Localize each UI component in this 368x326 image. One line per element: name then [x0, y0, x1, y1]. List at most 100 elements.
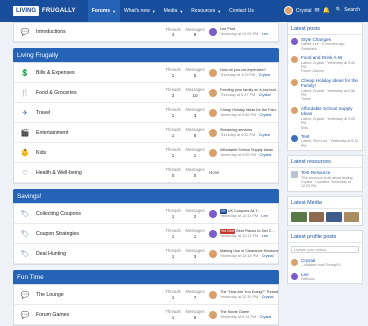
avatar[interactable]: [209, 249, 217, 258]
last-post-user[interactable]: Crystal: [260, 315, 272, 319]
avatar[interactable]: [209, 310, 217, 319]
forum-title[interactable]: Deal Hunting: [36, 251, 162, 257]
last-post[interactable]: UK UK Coupons All T... Yesterday at 12:1…: [206, 208, 278, 218]
last-post-user[interactable]: Crystal: [260, 113, 272, 117]
envelope-icon[interactable]: ✉: [314, 7, 319, 14]
forum-row[interactable]: 🏷 Collecting Coupons Threads 1 Messages 2 …: [14, 204, 278, 224]
last-post-title[interactable]: Streaming services: [220, 128, 252, 132]
media-thumbnail[interactable]: [308, 211, 324, 222]
forum-title[interactable]: Forum Games: [36, 312, 162, 318]
avatar[interactable]: [291, 258, 298, 266]
forum-row[interactable]: 💲 Bills & Expenses Threads 1 Messages 5 Ho…: [14, 63, 278, 83]
last-post-user[interactable]: Lee: [261, 214, 267, 218]
latest-post-forum[interactable]: Kids: [301, 126, 359, 130]
chevron-down-icon[interactable]: ▼: [217, 9, 221, 14]
media-thumbnail[interactable]: [326, 211, 342, 222]
avatar[interactable]: [291, 38, 298, 45]
last-post-user[interactable]: Crystal: [262, 295, 274, 299]
avatar[interactable]: [209, 148, 217, 157]
forum-title[interactable]: Health & Well-being: [36, 170, 162, 176]
search-button[interactable]: 🔍 Search: [336, 7, 360, 13]
forum-title[interactable]: Introductions: [36, 29, 162, 35]
forum-title[interactable]: Coupon Strategies: [36, 231, 162, 237]
forum-title[interactable]: Food & Groceries: [36, 90, 162, 96]
last-post[interactable]: Feeding your family on a low bud... Thur…: [206, 88, 278, 97]
avatar[interactable]: [291, 106, 298, 114]
last-post[interactable]: How do you cut expenses? Thursday at 4:2…: [206, 68, 278, 77]
avatar[interactable]: [209, 108, 217, 117]
nav-media[interactable]: Media ▼: [160, 0, 188, 22]
forum-row[interactable]: ✈ Travel Threads 1 Messages 3 Cheap Holida…: [14, 103, 278, 123]
avatar[interactable]: [209, 28, 217, 36]
forum-row[interactable]: 🎬 Entertainment Threads 1 Messages 6 Strea…: [14, 123, 278, 143]
avatar[interactable]: [209, 68, 217, 77]
forum-row-introductions[interactable]: 💬 Introductions Threads 4 Messages 8 Lee P…: [14, 23, 278, 42]
last-post[interactable]: None: [206, 170, 278, 175]
chevron-down-icon[interactable]: ▼: [152, 9, 156, 14]
last-post-user[interactable]: Crystal: [259, 93, 271, 97]
last-post-title[interactable]: Affordable School Supply Ideas: [220, 148, 273, 152]
resource-item[interactable]: Test Resource This resource is all about…: [288, 168, 362, 191]
last-post-title[interactable]: Cheap Holiday Ideas for the Fam...: [220, 108, 278, 112]
last-post-title[interactable]: The "How Are You Doing?" Thread: [220, 290, 278, 294]
forum-title[interactable]: Bills & Expenses: [36, 70, 162, 76]
media-thumbnail[interactable]: [343, 211, 359, 222]
last-post-title[interactable]: Feeding your family on a low bud...: [220, 88, 278, 92]
latest-post-forum[interactable]: Forum Games: [301, 69, 359, 73]
last-post[interactable]: Lee Post Yesterday at 12:09 PM · Lee: [206, 27, 278, 36]
category-header[interactable]: Living Frugally: [13, 48, 279, 62]
last-post-title[interactable]: Best Places to Get C...: [236, 229, 274, 233]
latest-post-title[interactable]: Cheap Holiday Ideas for the Family!: [301, 78, 359, 89]
user-menu[interactable]: Crystal ✉ 🔔: [283, 6, 330, 15]
category-header[interactable]: Savings!: [13, 189, 279, 203]
latest-post-item[interactable]: Test Latest: Tech Lee · Yesterday at 6:3…: [288, 132, 362, 150]
latest-post-forum[interactable]: Travel: [301, 97, 359, 101]
nav-resources[interactable]: Resources ▼: [187, 0, 225, 22]
last-post[interactable]: The Movie Game Yesterday at 9:14 PM · Cr…: [206, 310, 278, 319]
forum-title[interactable]: Entertainment: [36, 130, 162, 136]
avatar[interactable]: [291, 78, 298, 86]
last-post[interactable]: Hot Deal Best Places to Get C... Yesterd…: [206, 228, 278, 238]
forum-row[interactable]: 💬 Forum Games Threads 1 Messages 5 The Mov…: [14, 305, 278, 325]
nav-contact-us[interactable]: Contact Us: [225, 0, 258, 22]
last-post-title[interactable]: The Movie Game: [220, 310, 249, 314]
latest-post-item[interactable]: Food and Drink A-W Latest: Crystal · Yes…: [288, 53, 362, 76]
nav-forums[interactable]: Forums ▼: [87, 0, 121, 22]
forum-title[interactable]: Collecting Coupons: [36, 211, 162, 217]
chevron-down-icon[interactable]: ▼: [179, 9, 183, 14]
last-post[interactable]: Making Use of Clearance Sections Yesterd…: [206, 249, 278, 258]
forum-row[interactable]: ♡ Health & Well-being Threads 0 Messages 0…: [14, 163, 278, 183]
last-post-user[interactable]: Crystal: [259, 73, 271, 77]
nav-whats-new[interactable]: What's new ▼: [120, 0, 160, 22]
forum-title[interactable]: The Lounge: [36, 292, 162, 298]
avatar[interactable]: [209, 88, 217, 97]
latest-post-item[interactable]: Cheap Holiday Ideas for the Family! Late…: [288, 76, 362, 104]
status-update-input[interactable]: Update your status...: [291, 245, 359, 253]
category-header[interactable]: Fun Time: [13, 270, 279, 284]
media-thumbnail[interactable]: [291, 211, 307, 222]
last-post[interactable]: Cheap Holiday Ideas for the Fam... Yeste…: [206, 108, 278, 117]
last-post-user[interactable]: Lee: [262, 32, 268, 36]
profile-post-item[interactable]: Crystal ...suitable now! Ready!!U: [288, 256, 362, 270]
forum-row[interactable]: 💬 The Lounge Threads 1 Messages 7 The "How…: [14, 285, 278, 305]
forum-row[interactable]: 🍴 Food & Groceries Threads 3 Messages 10 F…: [14, 83, 278, 103]
forum-row[interactable]: 🏷 Deal Hunting Threads 1 Messages 3 Making…: [14, 244, 278, 264]
bell-icon[interactable]: 🔔: [323, 7, 330, 14]
latest-post-title[interactable]: Affordable School Supply Ideas: [301, 106, 359, 117]
last-post-user[interactable]: Crystal: [260, 153, 272, 157]
forum-row[interactable]: 🏷 Coupon Strategies Threads 1 Messages 1 H…: [14, 224, 278, 244]
avatar[interactable]: [209, 229, 217, 238]
last-post-title[interactable]: Making Use of Clearance Sections: [220, 249, 278, 253]
site-logo[interactable]: LIVING FRUGALLY: [13, 5, 76, 17]
last-post[interactable]: Streaming services Thursday at 4:32 PM ·…: [206, 128, 278, 137]
forum-title[interactable]: Kids: [36, 150, 162, 156]
forum-title[interactable]: Travel: [36, 110, 162, 116]
chevron-down-icon[interactable]: ▼: [112, 9, 116, 14]
avatar[interactable]: [209, 128, 217, 137]
profile-post-item[interactable]: Lee Helloooo: [288, 270, 362, 284]
avatar[interactable]: [291, 56, 298, 64]
last-post-title[interactable]: How do you cut expenses?: [220, 68, 266, 72]
avatar[interactable]: [291, 272, 298, 280]
last-post-user[interactable]: Crystal: [259, 133, 271, 137]
last-post-title[interactable]: UK Coupons All T...: [228, 209, 261, 213]
